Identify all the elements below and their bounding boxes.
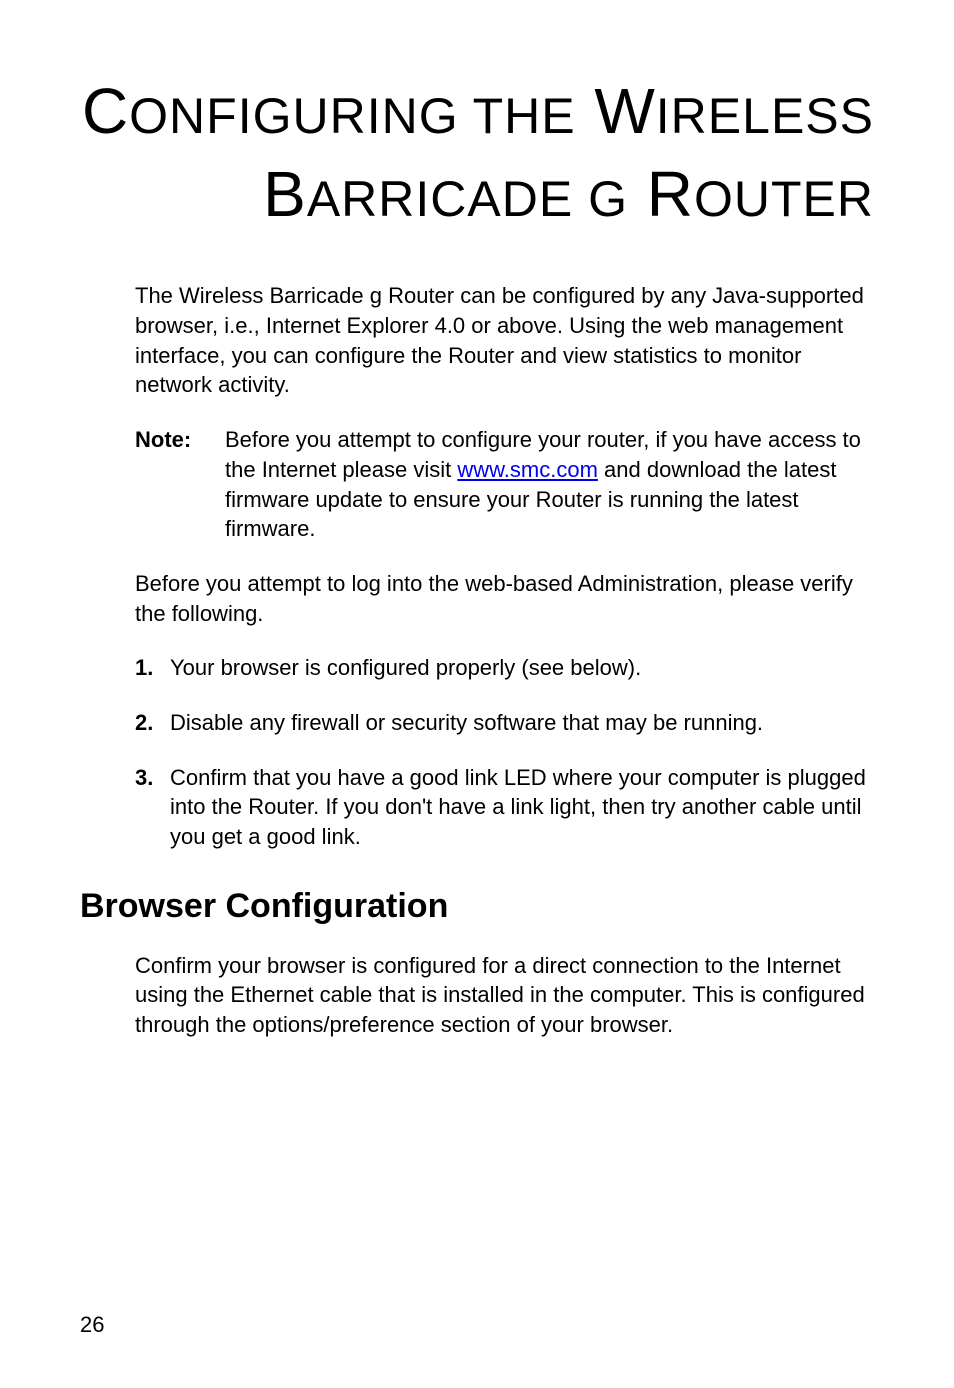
- title-word-5: G: [588, 171, 628, 227]
- list-item-1: 1. Your browser is configured properly (…: [135, 653, 874, 683]
- title-word-6: OUTER: [694, 171, 874, 227]
- list-item-3: 3. Confirm that you have a good link LED…: [135, 763, 874, 852]
- title-cap-3: B: [263, 158, 307, 230]
- section-heading-browser-config: Browser Configuration: [80, 887, 874, 926]
- title-space-1: [459, 88, 473, 144]
- item-number-2: 2.: [135, 708, 170, 738]
- title-space-2: [573, 171, 588, 227]
- browser-config-paragraph: Confirm your browser is configured for a…: [135, 951, 874, 1040]
- title-word-3: IRELESS: [656, 88, 874, 144]
- note-label: Note:: [135, 425, 225, 544]
- title-word-1: ONFIGURING: [129, 88, 458, 144]
- list-item-2: 2. Disable any firewall or security soft…: [135, 708, 874, 738]
- note-block: Note: Before you attempt to configure yo…: [135, 425, 874, 544]
- note-text: Before you attempt to configure your rou…: [225, 425, 874, 544]
- title-cap-1: C: [82, 75, 129, 147]
- page-number: 26: [80, 1312, 104, 1338]
- title-cap-4: R: [628, 158, 694, 230]
- item-number-1: 1.: [135, 653, 170, 683]
- item-text-1: Your browser is configured properly (see…: [170, 653, 874, 683]
- item-number-3: 3.: [135, 763, 170, 852]
- item-text-3: Confirm that you have a good link LED wh…: [170, 763, 874, 852]
- title-cap-2: W: [576, 75, 656, 147]
- smc-link[interactable]: www.smc.com: [457, 457, 598, 482]
- intro-paragraph: The Wireless Barricade g Router can be c…: [135, 281, 874, 400]
- title-word-2: THE: [473, 88, 576, 144]
- title-word-4: ARRICADE: [307, 171, 573, 227]
- chapter-title: CONFIGURING THE WIRELESS BARRICADE G ROU…: [80, 70, 874, 236]
- item-text-2: Disable any firewall or security softwar…: [170, 708, 874, 738]
- verify-paragraph: Before you attempt to log into the web-b…: [135, 569, 874, 628]
